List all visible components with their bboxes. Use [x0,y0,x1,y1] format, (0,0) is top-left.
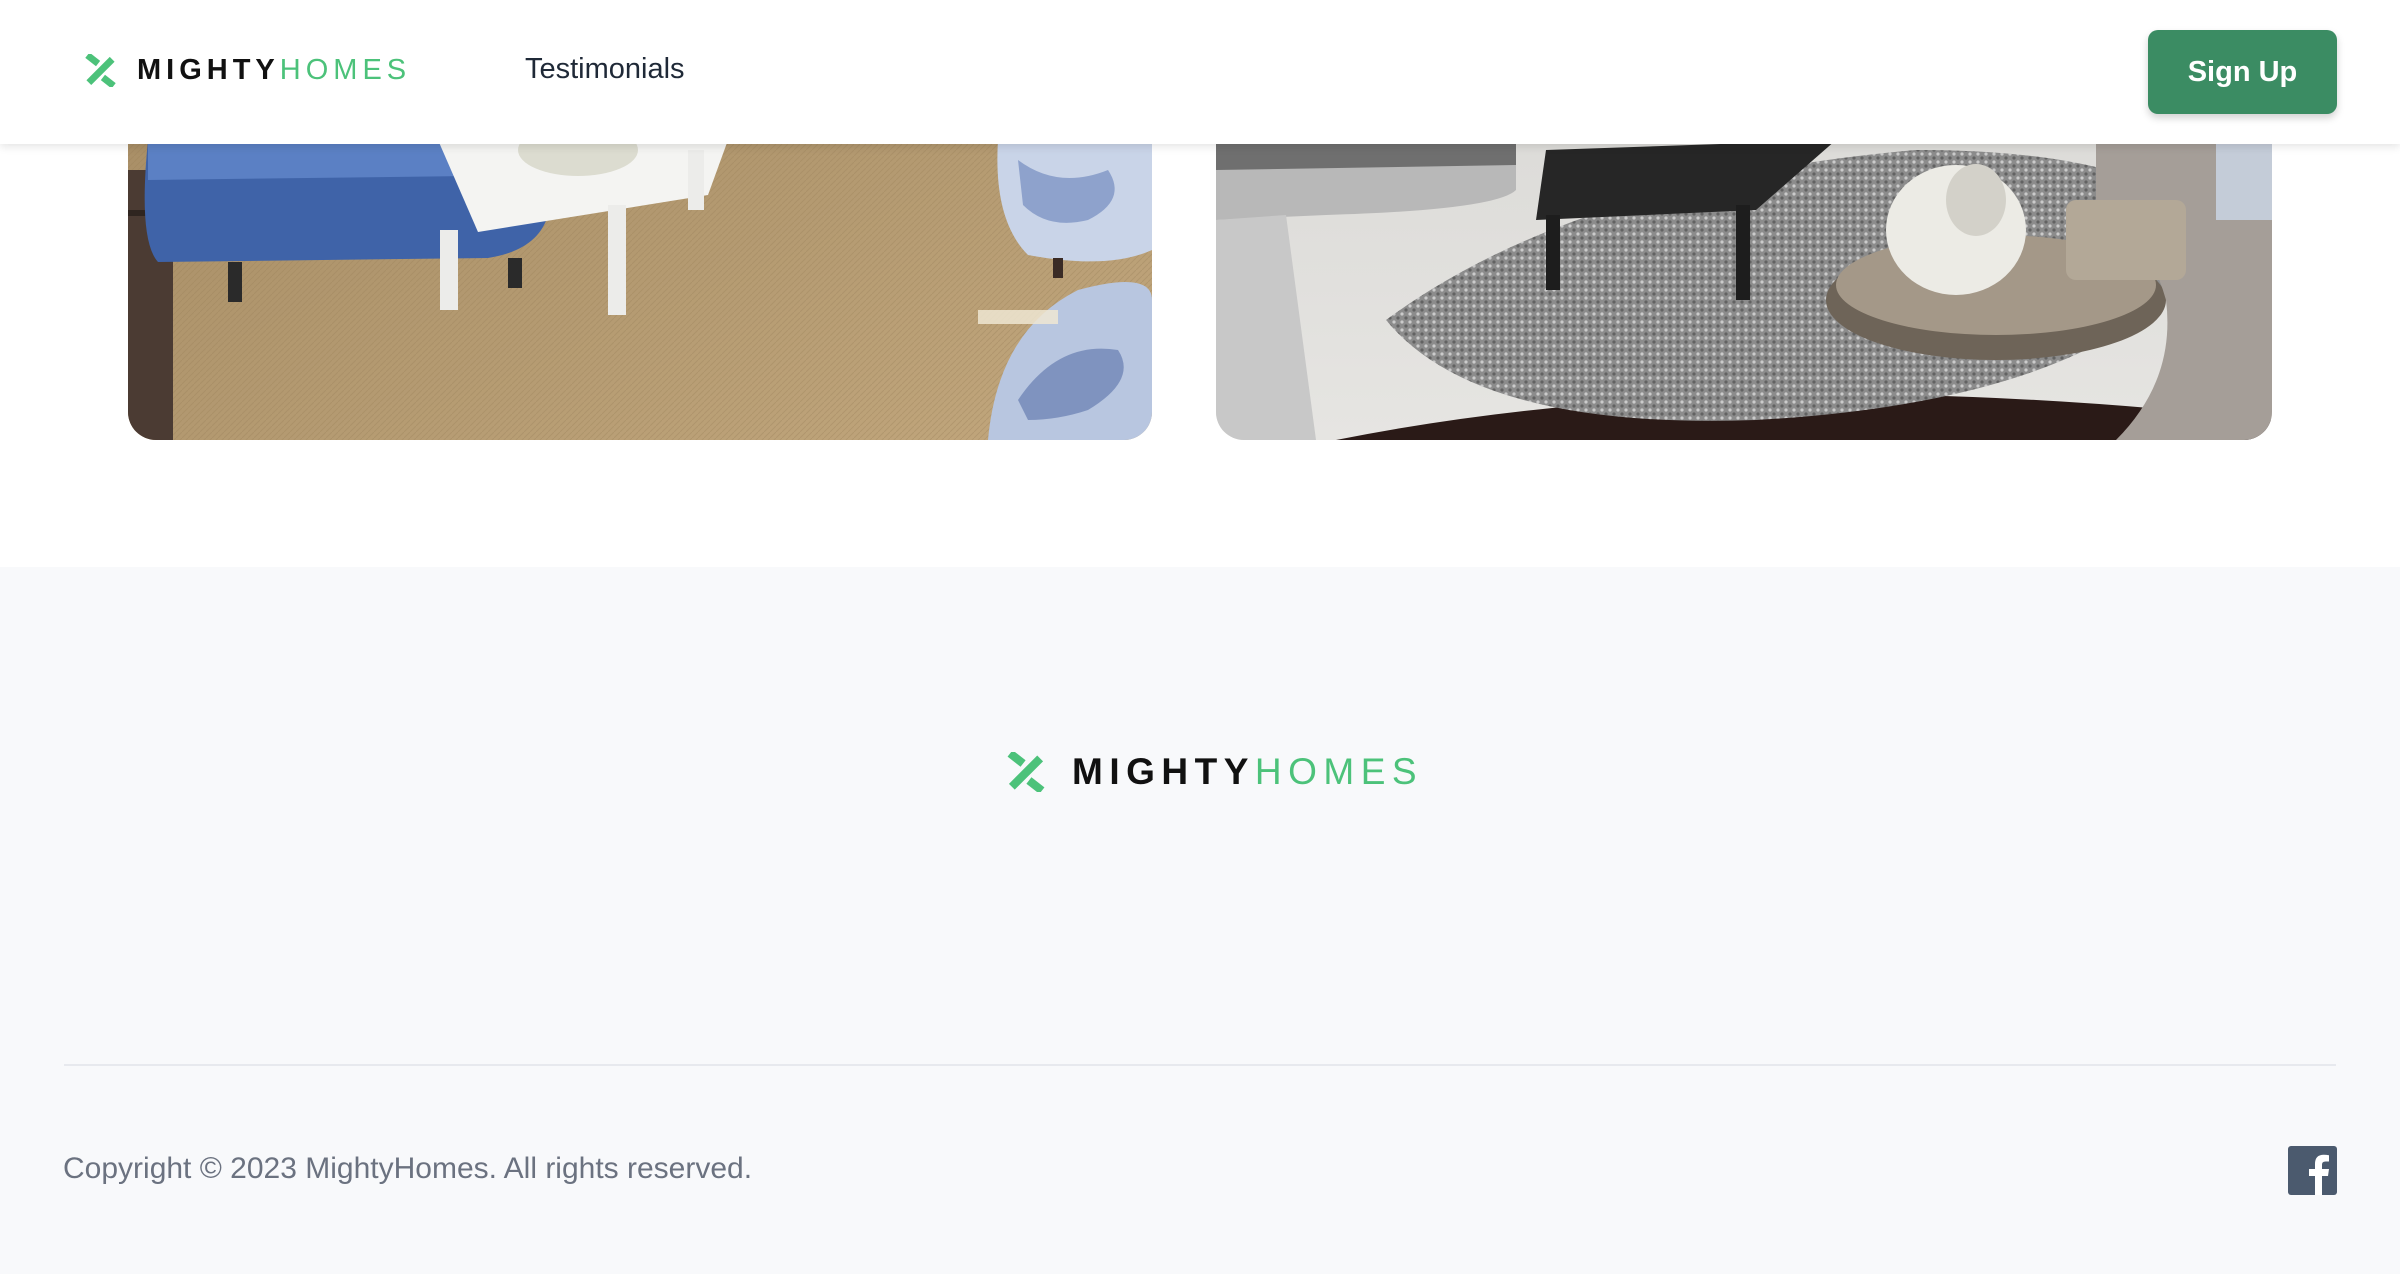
facebook-icon[interactable] [2288,1146,2337,1195]
brand-logo[interactable]: MIGHTYHOMES [84,52,411,88]
footer-brand-logo[interactable]: MIGHTYHOMES [1006,750,1423,794]
brand-name: MIGHTYHOMES [137,53,412,86]
footer-brand-logo-icon [1007,752,1045,792]
footer-brand-name: MIGHTYHOMES [1072,751,1424,792]
brand-logo-icon [85,53,116,87]
nav-link-testimonials[interactable]: Testimonials [525,53,685,86]
site-header: MIGHTYHOMES Testimonials Sign Up [0,0,2400,144]
sign-up-button[interactable]: Sign Up [2148,30,2337,114]
copyright-text: Copyright © 2023 MightyHomes. All rights… [63,1152,753,1185]
footer-divider [64,1064,2336,1066]
